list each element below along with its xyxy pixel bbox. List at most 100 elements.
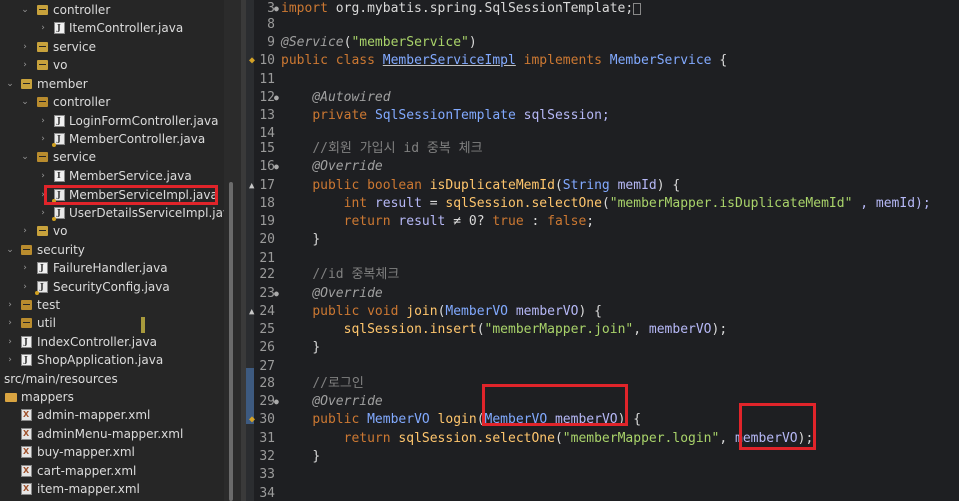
chevron-right-icon[interactable]: › <box>39 130 47 148</box>
chevron-down-icon[interactable]: ⌄ <box>6 75 14 93</box>
xml-file-icon <box>21 483 32 495</box>
chevron-right-icon[interactable]: › <box>6 296 14 314</box>
chevron-right-icon[interactable]: › <box>21 38 29 56</box>
explorer-scrollbar[interactable] <box>229 182 233 501</box>
code-line-24[interactable]: public void join(MemberVO memberVO) { <box>281 303 602 321</box>
code-line-17[interactable]: public boolean isDuplicateMemId(String m… <box>281 177 680 195</box>
tree-item-userdetailsserviceimpl[interactable]: › UserDetailsServiceImpl.java <box>0 204 224 222</box>
tree-item-membercontroller[interactable]: › MemberController.java <box>0 130 224 148</box>
code-line-16[interactable]: @Override <box>281 158 382 176</box>
chevron-right-icon[interactable]: › <box>21 278 29 296</box>
code-token: } <box>312 449 321 464</box>
comment-token: //로그인 <box>312 376 364 391</box>
tree-item-cart-mapper[interactable]: cart-mapper.xml <box>0 462 224 480</box>
tree-item-itemcontroller[interactable]: › ItemController.java <box>0 19 224 37</box>
keyword-token: public <box>312 304 360 319</box>
string-token: "memberService" <box>351 35 469 50</box>
line-number: 13 <box>259 108 275 123</box>
tree-item-securityconfig[interactable]: › SecurityConfig.java <box>0 278 224 296</box>
tree-item-src-main-resources[interactable]: src/main/resources <box>0 370 224 388</box>
code-line-19[interactable]: return result ≠ 0? true : false; <box>281 213 595 231</box>
line-number: 34 <box>259 486 275 501</box>
code-line-29[interactable]: @Override <box>281 393 382 411</box>
warning-marker-icon[interactable]: ◆ <box>249 411 255 429</box>
code-line-15[interactable]: //회원 가입시 id 중복 체크 <box>281 140 482 158</box>
chevron-down-icon[interactable]: ⌄ <box>21 1 29 19</box>
keyword-token: boolean <box>359 178 430 193</box>
chevron-right-icon[interactable]: › <box>21 222 29 240</box>
code-line-9[interactable]: @Service("memberService") <box>281 34 477 52</box>
tree-item-mappers[interactable]: mappers <box>0 388 224 406</box>
override-marker-icon[interactable]: ▲ <box>249 303 255 321</box>
method-call-token: sqlSession.selectOne <box>390 431 555 446</box>
keyword-token: public <box>312 412 360 427</box>
code-line-20[interactable]: } <box>281 231 320 249</box>
tree-item-member-controller[interactable]: ⌄ controller <box>0 93 224 111</box>
annotation-token: @Service <box>281 35 344 50</box>
code-line-23[interactable]: @Override <box>281 285 382 303</box>
tree-item-test[interactable]: › test <box>0 296 224 314</box>
tree-item-security[interactable]: ⌄ security <box>0 241 224 259</box>
package-icon <box>37 60 48 70</box>
code-line-10[interactable]: public class MemberServiceImpl implement… <box>281 52 727 70</box>
chevron-right-icon[interactable]: › <box>39 112 47 130</box>
tree-item-member-vo[interactable]: › vo <box>0 222 224 240</box>
code-line-12[interactable]: @Autowired <box>281 89 391 107</box>
type-token: String <box>562 178 610 193</box>
tree-item-failurehandler[interactable]: › FailureHandler.java <box>0 259 224 277</box>
code-line-22[interactable]: //id 중복체크 <box>281 266 399 284</box>
chevron-right-icon[interactable]: › <box>39 167 47 185</box>
code-line-3[interactable]: import org.mybatis.spring.SqlSessionTemp… <box>281 0 642 18</box>
code-line-26[interactable]: } <box>281 339 320 357</box>
keyword-token: private <box>312 108 375 123</box>
code-line-13[interactable]: private SqlSessionTemplate sqlSession; <box>281 107 609 125</box>
warning-marker-icon[interactable]: ◆ <box>249 52 255 70</box>
tree-item-memberservice[interactable]: › MemberService.java <box>0 167 224 185</box>
chevron-right-icon[interactable]: › <box>39 204 47 222</box>
code-line-31[interactable]: return sqlSession.selectOne("memberMappe… <box>281 430 814 448</box>
tree-item-util[interactable]: › util <box>0 314 224 332</box>
tree-item-member-service[interactable]: ⌄ service <box>0 148 224 166</box>
tree-item-loginformcontroller[interactable]: › LoginFormController.java <box>0 112 224 130</box>
type-token: MemberVO <box>445 304 509 319</box>
chevron-right-icon[interactable]: › <box>6 314 14 332</box>
java-interface-icon <box>54 170 65 182</box>
tree-item-indexcontroller[interactable]: › IndexController.java <box>0 333 224 351</box>
tree-item-adminmenu-mapper[interactable]: adminMenu-mapper.xml <box>0 425 224 443</box>
chevron-right-icon[interactable]: › <box>21 56 29 74</box>
line-number: 22 <box>259 267 275 282</box>
keyword-token: false <box>547 214 587 229</box>
override-marker-icon[interactable]: ▲ <box>249 177 255 195</box>
package-icon <box>37 152 48 162</box>
code-token: ) { <box>656 178 681 193</box>
code-line-32[interactable]: } <box>281 448 320 466</box>
code-editor[interactable]: 3 ● 8 9 10 ◆ 11 12 ● 13 14 15 16 ● 17 ▲ 18 19 20 21 22 23 ● 24 ▲… <box>246 0 959 501</box>
line-number: 29 <box>259 394 275 409</box>
tree-item-item-mapper[interactable]: item-mapper.xml <box>0 480 224 498</box>
chevron-down-icon[interactable]: ⌄ <box>6 241 14 259</box>
chevron-right-icon[interactable]: › <box>21 259 29 277</box>
keyword-token: class <box>327 53 383 68</box>
code-line-18[interactable]: int result = sqlSession.selectOne("membe… <box>281 195 931 213</box>
code-line-25[interactable]: sqlSession.insert("memberMapper.join", m… <box>281 321 728 339</box>
class-name-token[interactable]: MemberServiceImpl <box>383 53 516 68</box>
annotation-token: @Autowired <box>312 90 391 105</box>
chevron-down-icon[interactable]: ⌄ <box>21 93 29 111</box>
tree-item-controller[interactable]: ⌄ controller <box>0 1 224 19</box>
chevron-right-icon[interactable]: › <box>6 351 14 369</box>
xml-file-icon <box>21 428 32 440</box>
line-number: 26 <box>259 340 275 355</box>
tree-item-vo[interactable]: › vo <box>0 56 224 74</box>
code-line-28[interactable]: //로그인 <box>281 375 364 393</box>
tree-item-admin-mapper[interactable]: admin-mapper.xml <box>0 406 224 424</box>
tree-item-buy-mapper[interactable]: buy-mapper.xml <box>0 443 224 461</box>
chevron-right-icon[interactable]: › <box>39 19 47 37</box>
chevron-down-icon[interactable]: ⌄ <box>21 148 29 166</box>
tree-item-service[interactable]: › service <box>0 38 224 56</box>
keyword-token: true <box>492 214 524 229</box>
interface-name-token[interactable]: MemberService <box>610 53 712 68</box>
chevron-right-icon[interactable]: › <box>6 333 14 351</box>
tree-item-member[interactable]: ⌄ member <box>0 75 224 93</box>
tree-item-shopapplication[interactable]: › ShopApplication.java <box>0 351 224 369</box>
folder-icon <box>5 393 17 402</box>
